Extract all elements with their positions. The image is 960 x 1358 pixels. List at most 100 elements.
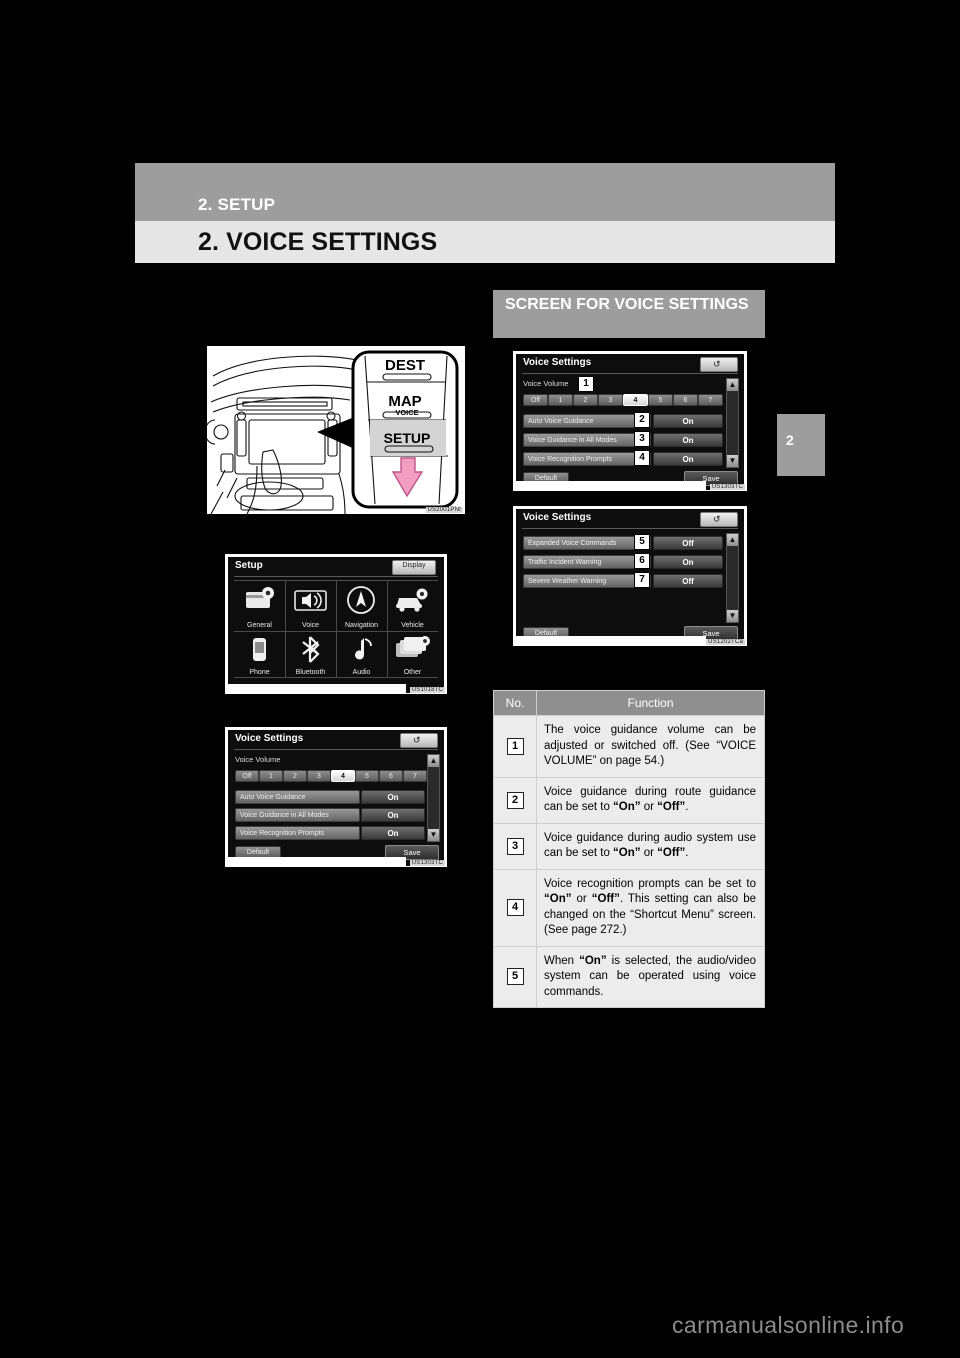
scroll-down-icon[interactable]: ▼ bbox=[428, 829, 439, 841]
setup-item-general[interactable]: General bbox=[234, 583, 285, 629]
scroll-down-icon[interactable]: ▼ bbox=[727, 610, 738, 622]
setup-item-label: Navigation bbox=[344, 622, 379, 629]
setting-value[interactable]: Off bbox=[653, 574, 723, 588]
volume-option-2[interactable]: 2 bbox=[283, 770, 307, 782]
volume-label: Voice Volume bbox=[235, 755, 281, 764]
setting-name: Auto Voice Guidance bbox=[235, 790, 360, 804]
setup-item-bluetooth[interactable]: Bluetooth bbox=[285, 634, 336, 676]
bluetooth-icon bbox=[302, 636, 320, 663]
number-box: 5 bbox=[506, 968, 524, 986]
table-header-row: No. Function bbox=[493, 690, 765, 716]
back-button[interactable]: ↺ bbox=[700, 512, 738, 527]
callout-5: 5 bbox=[634, 534, 650, 550]
setting-value[interactable]: On bbox=[361, 826, 425, 840]
card-gear-icon bbox=[246, 587, 274, 608]
row-number-cell: 5 bbox=[493, 945, 537, 1008]
setting-row[interactable]: Traffic Incident Warning On 6 bbox=[523, 553, 723, 569]
setup-item-other[interactable]: Other bbox=[387, 634, 438, 676]
volume-option-1[interactable]: 1 bbox=[259, 770, 283, 782]
stacked-cards-gear-icon bbox=[396, 636, 430, 657]
screen-title: Voice Settings bbox=[523, 357, 592, 368]
volume-option-4[interactable]: 4 bbox=[331, 770, 355, 782]
setup-item-navigation[interactable]: Navigation bbox=[336, 583, 387, 629]
row-number-cell: 1 bbox=[493, 715, 537, 778]
callout-7: 7 bbox=[634, 572, 650, 588]
volume-label: Voice Volume bbox=[523, 379, 569, 388]
volume-option-1[interactable]: 1 bbox=[548, 394, 573, 406]
setting-row[interactable]: Voice Guidance in All Modes On bbox=[235, 808, 425, 822]
volume-option-off[interactable]: Off bbox=[523, 394, 548, 406]
dashboard-svg: DEST MAP VOICE SETUP bbox=[207, 350, 459, 514]
row-number-cell: 4 bbox=[493, 868, 537, 947]
volume-option-3[interactable]: 3 bbox=[598, 394, 623, 406]
chapter-side-tab: 2 bbox=[777, 414, 825, 476]
volume-option-3[interactable]: 3 bbox=[307, 770, 331, 782]
volume-option-5[interactable]: 5 bbox=[648, 394, 673, 406]
volume-option-6[interactable]: 6 bbox=[379, 770, 403, 782]
back-button[interactable]: ↺ bbox=[700, 357, 738, 372]
volume-option-6[interactable]: 6 bbox=[673, 394, 698, 406]
row-function-cell: Voice recognition prompts can be set to … bbox=[536, 868, 765, 947]
figure-code: US1303TC bbox=[409, 860, 445, 866]
divider bbox=[522, 373, 738, 374]
site-watermark: carmanualsonline.info bbox=[672, 1312, 905, 1338]
table-row: 3 Voice guidance during audio system use… bbox=[493, 822, 765, 870]
setting-row[interactable]: Auto Voice Guidance On bbox=[235, 790, 425, 804]
setup-item-vehicle[interactable]: Vehicle bbox=[387, 583, 438, 629]
setting-value[interactable]: On bbox=[653, 433, 723, 447]
setting-value[interactable]: On bbox=[361, 790, 425, 804]
setup-item-phone[interactable]: Phone bbox=[234, 634, 285, 676]
setup-button-label: SETUP bbox=[384, 430, 431, 446]
back-button[interactable]: ↺ bbox=[400, 733, 438, 748]
row-function-cell: Voice guidance during route guidance can… bbox=[536, 776, 765, 824]
setting-row[interactable]: Voice Recognition Prompts On 4 bbox=[523, 450, 723, 466]
volume-scale[interactable]: Off 1 2 3 4 5 6 7 bbox=[235, 770, 427, 782]
row-function-cell: Voice guidance during audio system use c… bbox=[536, 822, 765, 870]
scrollbar[interactable]: ▲ ▼ bbox=[726, 533, 739, 623]
phone-icon bbox=[253, 638, 266, 661]
volume-option-5[interactable]: 5 bbox=[355, 770, 379, 782]
figure-code: US2001PNI bbox=[425, 507, 463, 513]
setting-value[interactable]: On bbox=[653, 555, 723, 569]
screen-title: Voice Settings bbox=[235, 733, 304, 744]
setup-item-audio[interactable]: Audio bbox=[336, 634, 387, 676]
volume-option-2[interactable]: 2 bbox=[573, 394, 598, 406]
figure-code: US1018TC bbox=[409, 687, 445, 693]
back-arrow-icon: ↺ bbox=[713, 514, 721, 524]
setting-name: Voice Recognition Prompts bbox=[523, 452, 651, 466]
scroll-up-icon[interactable]: ▲ bbox=[727, 534, 738, 546]
setup-item-voice[interactable]: Voice bbox=[285, 583, 336, 629]
scrollbar[interactable]: ▲ ▼ bbox=[427, 754, 440, 842]
column-header-no: No. bbox=[493, 690, 537, 716]
setting-row[interactable]: Severe Weather Warning Off 7 bbox=[523, 572, 723, 588]
setting-value[interactable]: On bbox=[653, 452, 723, 466]
setting-value[interactable]: On bbox=[361, 808, 425, 822]
setting-row[interactable]: Expanded Voice Commands Off 5 bbox=[523, 534, 723, 550]
setting-row[interactable]: Voice Recognition Prompts On bbox=[235, 826, 425, 840]
dest-button-label: DEST bbox=[385, 357, 425, 374]
status-bar bbox=[516, 636, 706, 645]
row-function-cell: When “On” is selected, the audio/video s… bbox=[536, 945, 765, 1008]
setting-row[interactable]: Auto Voice Guidance On 2 bbox=[523, 412, 723, 428]
back-arrow-icon: ↺ bbox=[713, 359, 721, 369]
number-box: 4 bbox=[506, 899, 524, 916]
display-button[interactable]: Display bbox=[392, 560, 436, 575]
chapter-label: 2. SETUP bbox=[198, 195, 276, 214]
setting-row[interactable]: Voice Guidance in All Modes On 3 bbox=[523, 431, 723, 447]
row-number-cell: 3 bbox=[493, 822, 537, 870]
volume-option-7[interactable]: 7 bbox=[698, 394, 723, 406]
volume-option-off[interactable]: Off bbox=[235, 770, 259, 782]
scroll-up-icon[interactable]: ▲ bbox=[428, 755, 439, 767]
scrollbar[interactable]: ▲ ▼ bbox=[726, 378, 739, 468]
volume-option-7[interactable]: 7 bbox=[403, 770, 427, 782]
setting-name: Voice Guidance in All Modes bbox=[523, 433, 651, 447]
volume-option-4[interactable]: 4 bbox=[623, 394, 648, 406]
volume-scale[interactable]: Off 1 2 3 4 5 6 7 bbox=[523, 394, 723, 406]
setting-value[interactable]: On bbox=[653, 414, 723, 428]
scroll-down-icon[interactable]: ▼ bbox=[727, 455, 738, 467]
scroll-up-icon[interactable]: ▲ bbox=[727, 379, 738, 391]
setting-value[interactable]: Off bbox=[653, 536, 723, 550]
page-title-bar: 2. VOICE SETTINGS bbox=[135, 221, 835, 263]
chapter-bar: 2. SETUP bbox=[135, 163, 835, 221]
page-title: 2. VOICE SETTINGS bbox=[198, 228, 438, 256]
